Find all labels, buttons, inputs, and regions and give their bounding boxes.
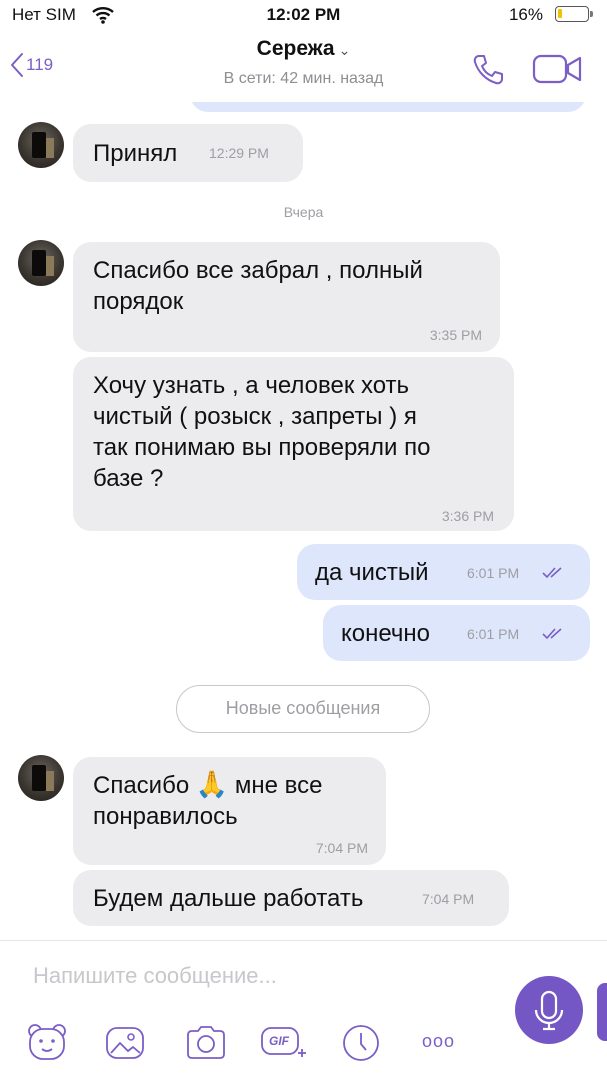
- call-button[interactable]: [470, 52, 506, 93]
- contact-name-button[interactable]: Сережа ⌄: [0, 37, 607, 61]
- side-panel-edge: [597, 983, 607, 1041]
- read-ticks-icon: [542, 567, 562, 579]
- message-bubble-out[interactable]: да чистый 6:01 PM: [297, 544, 590, 600]
- read-ticks-icon: [542, 628, 562, 640]
- clock-icon[interactable]: [340, 1023, 382, 1063]
- message-list[interactable]: Принял 12:29 PM Вчера Спасибо все забрал…: [0, 102, 607, 940]
- message-text: конечно: [341, 620, 431, 647]
- message-input[interactable]: Напишите сообщение...: [33, 963, 277, 989]
- chat-header: 119 Сережа ⌄ В сети: 42 мин. назад: [0, 32, 607, 102]
- video-call-button[interactable]: [532, 52, 584, 91]
- message-text: Спасибо все забрал , полный порядок: [93, 257, 423, 315]
- message-time: 12:29 PM: [209, 145, 269, 161]
- battery-cap: [590, 11, 593, 17]
- message-bubble-in[interactable]: Спасибо все забрал , полный порядок 3:35…: [73, 242, 500, 352]
- avatar[interactable]: [18, 122, 64, 168]
- message-bubble-in[interactable]: Хочу узнать , а человек хоть чистый ( ро…: [73, 357, 514, 531]
- message-time: 7:04 PM: [315, 840, 368, 856]
- chevron-down-icon: ⌄: [338, 42, 351, 58]
- avatar[interactable]: [18, 240, 64, 286]
- contact-status: В сети: 42 мин. назад: [223, 70, 384, 87]
- message-time: 6:01 PM: [467, 565, 520, 581]
- video-camera-icon: [532, 54, 582, 84]
- microphone-icon: [534, 990, 564, 1031]
- message-composer: Напишите сообщение... GIF ooo: [0, 940, 607, 1078]
- contact-name: Сережа: [256, 37, 335, 60]
- new-messages-divider: Новые сообщения: [176, 685, 430, 733]
- gif-icon[interactable]: GIF: [260, 1023, 308, 1063]
- message-text: Хочу узнать , а человек хоть чистый ( ро…: [93, 372, 431, 492]
- avatar[interactable]: [18, 755, 64, 801]
- sticker-icon[interactable]: [26, 1023, 68, 1063]
- message-bubble-in[interactable]: Принял 12:29 PM: [73, 124, 303, 182]
- phone-icon: [473, 55, 503, 85]
- message-time: 7:04 PM: [422, 891, 475, 907]
- message-bubble-out[interactable]: конечно 6:01 PM: [323, 605, 590, 661]
- date-separator: Вчера: [283, 204, 324, 220]
- message-text: да чистый: [315, 559, 429, 586]
- battery-percent: 16%: [508, 5, 543, 24]
- message-time: 6:01 PM: [467, 626, 520, 642]
- message-bubble-in[interactable]: Будем дальше работать 7:04 PM: [73, 870, 509, 926]
- gallery-icon[interactable]: [104, 1023, 146, 1063]
- pray-emoji: 🙏: [195, 770, 229, 800]
- message-bubble-partial: [190, 102, 586, 112]
- message-time: 3:35 PM: [429, 327, 482, 343]
- message-text: Спасибо 🙏 мне все понравилось: [93, 770, 323, 830]
- message-text: Будем дальше работать: [93, 885, 364, 912]
- message-text: Принял: [93, 140, 178, 167]
- battery-icon: [555, 6, 589, 22]
- message-time: 3:36 PM: [441, 508, 494, 524]
- voice-message-button[interactable]: [515, 976, 583, 1044]
- more-icon[interactable]: ooo: [422, 1031, 455, 1052]
- status-bar: Нет SIM 12:02 PM 16%: [0, 0, 607, 32]
- message-bubble-in[interactable]: Спасибо 🙏 мне все понравилось 7:04 PM: [73, 757, 386, 865]
- camera-icon[interactable]: [184, 1023, 228, 1063]
- gif-label: GIF: [269, 1034, 289, 1048]
